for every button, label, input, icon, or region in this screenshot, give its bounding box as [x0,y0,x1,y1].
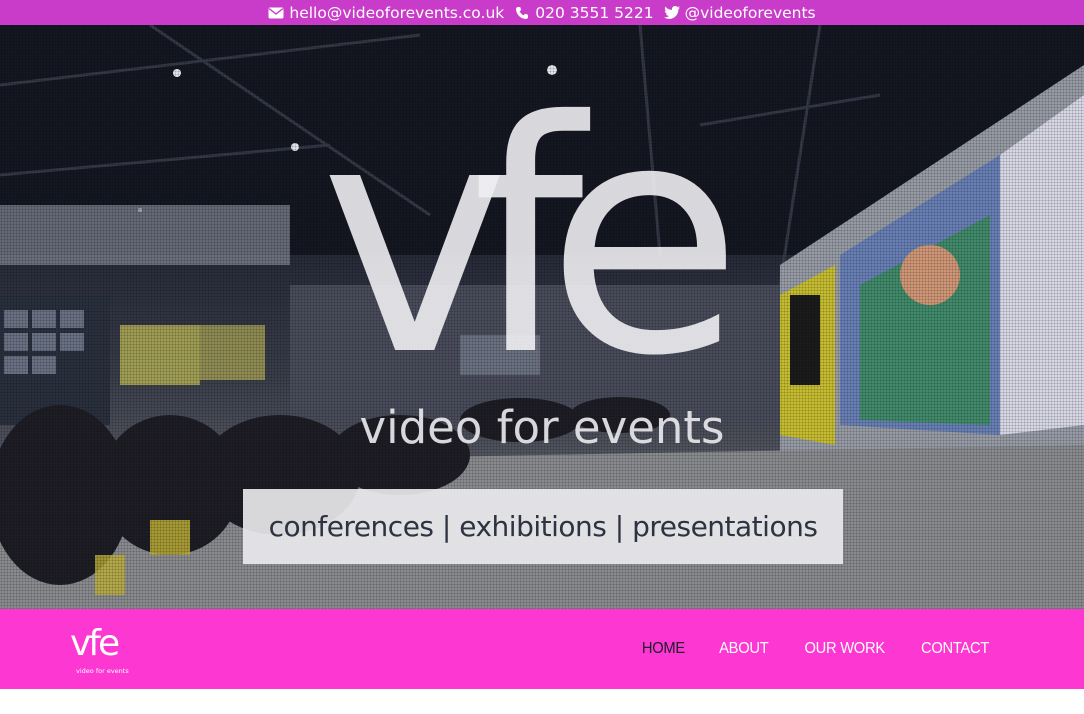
nav-item-home[interactable]: HOME [642,640,685,658]
hero-tagline: video for events [359,401,725,454]
hero-banner: conferences | exhibitions | presentation… [243,489,843,564]
nav-item-our-work[interactable]: OUR WORK [804,640,885,658]
hero-logo-text: vfe [320,54,726,410]
nav-item-contact[interactable]: CONTACT [921,640,989,658]
nav-item-about[interactable]: ABOUT [719,640,769,658]
phone-link[interactable]: 020 3551 5221 [514,3,654,22]
twitter-icon [663,5,680,21]
nav-menu: HOME ABOUT OUR WORK CONTACT [640,609,992,689]
nav-logo-mark: vfe [70,623,120,664]
main-navbar: vfe video for events HOME ABOUT OUR WORK… [0,609,1084,689]
email-text: hello@videoforevents.co.uk [289,3,505,22]
nav-logo[interactable]: vfe video for events [70,623,132,677]
twitter-text: @videoforevents [684,3,816,22]
phone-icon [514,5,530,21]
envelope-icon [268,5,284,21]
hero-logo: vfe [320,54,764,410]
page-content-start [0,689,1084,714]
email-link[interactable]: hello@videoforevents.co.uk [268,4,504,22]
nav-logo-subtitle: video for events [76,667,129,675]
twitter-link[interactable]: @videoforevents [663,3,816,22]
contact-bar: hello@videoforevents.co.uk 020 3551 5221… [0,0,1084,25]
hero-section: vfe video for events conferences | exhib… [0,25,1084,609]
phone-text: 020 3551 5221 [535,3,654,22]
